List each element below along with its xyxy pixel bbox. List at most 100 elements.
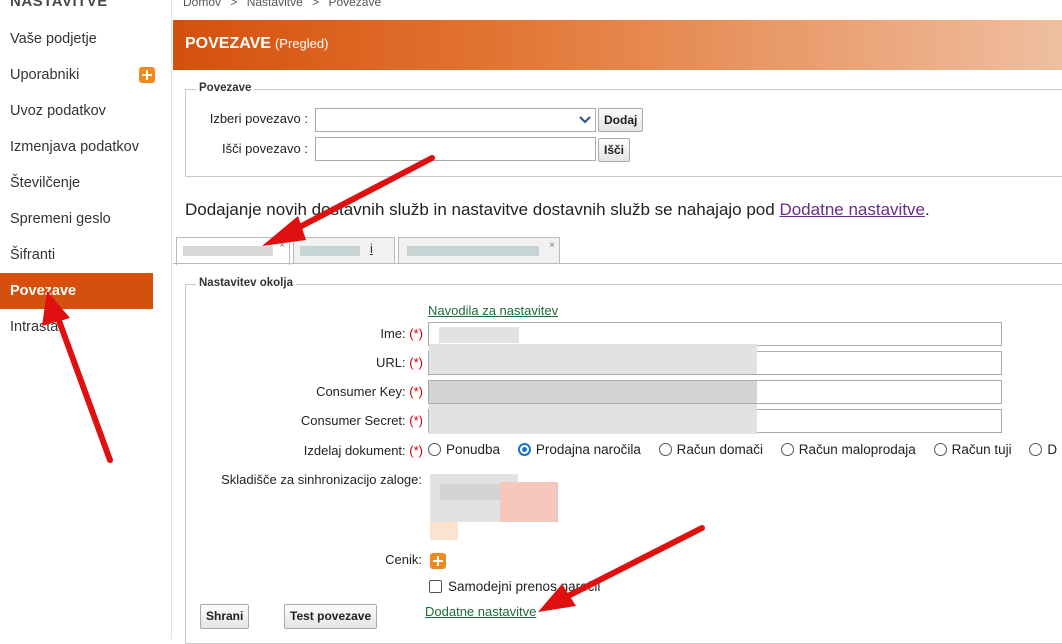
- sidebar: NASTAVITVE Vaše podjetje Uporabniki Uvoz…: [0, 0, 172, 639]
- consumer-key-field[interactable]: [428, 380, 1002, 404]
- required-mark: (*): [409, 326, 423, 341]
- sidebar-item-import[interactable]: Uvoz podatkov: [0, 93, 153, 129]
- label-text: Consumer Secret:: [300, 413, 406, 428]
- save-button[interactable]: Shrani: [200, 604, 250, 629]
- close-icon[interactable]: ×: [279, 240, 285, 251]
- radio-option-retail-invoice[interactable]: Račun maloprodaja: [780, 442, 916, 457]
- redacted-block: [430, 522, 458, 540]
- page-title-text: POVEZAVE: [185, 35, 271, 52]
- tab-connection-3[interactable]: ×: [398, 237, 560, 263]
- sidebar-item-label: Uporabniki: [10, 67, 80, 83]
- redacted-value: [429, 404, 757, 434]
- required-mark: (*): [409, 413, 423, 428]
- test-connection-button[interactable]: Test povezave: [284, 604, 378, 629]
- radio-button[interactable]: [428, 443, 441, 456]
- label-text: URL:: [376, 355, 406, 370]
- radio-option-sales-orders[interactable]: Prodajna naročila: [517, 442, 641, 457]
- page-title: POVEZAVE (Pregled): [185, 35, 328, 53]
- radio-label: Račun tuji: [951, 442, 1012, 457]
- url-field-label: URL: (*): [230, 355, 423, 370]
- sidebar-item-company[interactable]: Vaše podjetje: [0, 21, 153, 57]
- tab-label-redacted: [183, 246, 273, 256]
- select-connection-label: Izberi povezavo :: [209, 111, 308, 126]
- close-icon[interactable]: ×: [549, 240, 555, 251]
- radio-option-domestic-invoice[interactable]: Račun domači: [658, 442, 763, 457]
- connections-legend: Povezave: [196, 82, 255, 94]
- redacted-block: [440, 484, 500, 500]
- redacted-value: [429, 381, 757, 403]
- warehouse-sync-label: Skladišče za sinhronizacijo zaloge:: [221, 472, 422, 487]
- document-type-radio-group: Ponudba Prodajna naročila Račun domači R…: [428, 442, 1062, 457]
- auto-transfer-checkbox[interactable]: [429, 580, 442, 593]
- sidebar-item-intrastat[interactable]: Intrastat: [0, 309, 153, 345]
- radio-button[interactable]: [933, 443, 947, 456]
- connections-fieldset: [185, 89, 1062, 177]
- sidebar-item-numbering[interactable]: Številčenje: [0, 165, 153, 201]
- required-mark: (*): [409, 443, 423, 458]
- page-subtitle: (Pregled): [274, 36, 329, 51]
- consumer-secret-label: Consumer Secret: (*): [230, 413, 423, 428]
- radio-button-selected[interactable]: [517, 443, 531, 456]
- label-text: Ime:: [380, 326, 406, 341]
- auto-transfer-option[interactable]: Samodejni prenos naročil: [429, 579, 600, 594]
- sidebar-title: NASTAVITVE: [10, 0, 108, 10]
- additional-settings-link-bottom[interactable]: Dodatne nastavitve: [425, 604, 536, 619]
- name-field-label: Ime: (*): [230, 326, 423, 341]
- tab-label-suffix: i: [370, 241, 373, 256]
- sidebar-item-codebooks[interactable]: Šifranti: [0, 237, 153, 273]
- auto-transfer-label: Samodejni prenos naročil: [448, 579, 601, 594]
- name-field[interactable]: [428, 322, 1002, 346]
- sidebar-item-data-exchange[interactable]: Izmenjava podatkov: [0, 129, 153, 165]
- radio-option-offer[interactable]: Ponudba: [428, 442, 500, 457]
- environment-legend: Nastavitev okolja: [196, 277, 296, 289]
- sidebar-item-users[interactable]: Uporabniki: [0, 57, 155, 93]
- radio-label: Prodajna naročila: [535, 442, 641, 457]
- radio-label: Račun maloprodaja: [798, 442, 916, 457]
- radio-label: Ponudba: [446, 442, 501, 457]
- tab-connection-1[interactable]: ×: [176, 237, 290, 265]
- label-text: Izdelaj dokument:: [303, 443, 406, 458]
- radio-option-more[interactable]: D: [1029, 442, 1057, 457]
- info-end: .: [925, 200, 930, 219]
- delivery-info-text: Dodajanje novih dostavnih služb in nasta…: [185, 200, 930, 220]
- setup-guide-link[interactable]: Navodila za nastavitev: [428, 303, 558, 318]
- radio-label: Račun domači: [676, 442, 763, 457]
- info-text: Dodajanje novih dostavnih služb in nasta…: [185, 200, 780, 219]
- consumer-secret-field[interactable]: [428, 404, 1002, 434]
- tab-connection-2[interactable]: i: [293, 237, 395, 263]
- redacted-value: [439, 327, 519, 343]
- tabs-divider: [173, 263, 1062, 264]
- required-mark: (*): [409, 384, 423, 399]
- radio-option-foreign-invoice[interactable]: Račun tuji: [933, 442, 1012, 457]
- tab-label-redacted: [300, 246, 360, 256]
- search-input[interactable]: [315, 137, 596, 161]
- add-connection-button[interactable]: Dodaj: [598, 108, 644, 132]
- additional-settings-link[interactable]: Dodatne nastavitve: [779, 200, 925, 219]
- search-button[interactable]: Išči: [598, 138, 631, 162]
- radio-label: D: [1047, 442, 1058, 457]
- sidebar-item-connections[interactable]: Povezave: [0, 273, 153, 309]
- search-connection-label: Išči povezavo :: [222, 141, 308, 156]
- radio-button[interactable]: [780, 443, 794, 456]
- breadcrumb: Domov > Nastavitve > Povezave: [183, 0, 387, 9]
- add-user-icon[interactable]: [139, 67, 155, 83]
- tab-label-redacted: [407, 246, 539, 256]
- page-header: POVEZAVE (Pregled): [173, 20, 1062, 70]
- radio-button[interactable]: [1029, 443, 1043, 456]
- label-text: Consumer Key:: [316, 384, 406, 399]
- pricelist-label: Cenik:: [385, 552, 422, 567]
- add-pricelist-icon[interactable]: [430, 553, 446, 569]
- consumer-key-label: Consumer Key: (*): [230, 384, 423, 399]
- breadcrumb-settings[interactable]: Nastavitve: [247, 0, 303, 9]
- sidebar-item-change-password[interactable]: Spremeni geslo: [0, 201, 153, 237]
- document-type-label: Izdelaj dokument: (*): [230, 443, 423, 458]
- radio-button[interactable]: [658, 443, 672, 456]
- connection-select[interactable]: [315, 108, 596, 132]
- required-mark: (*): [409, 355, 423, 370]
- breadcrumb-home[interactable]: Domov: [183, 0, 221, 9]
- url-field[interactable]: [428, 344, 1002, 375]
- breadcrumb-separator: >: [230, 0, 238, 9]
- chevron-down-icon: [579, 116, 591, 124]
- breadcrumb-separator: >: [312, 0, 320, 9]
- redacted-block: [500, 482, 558, 522]
